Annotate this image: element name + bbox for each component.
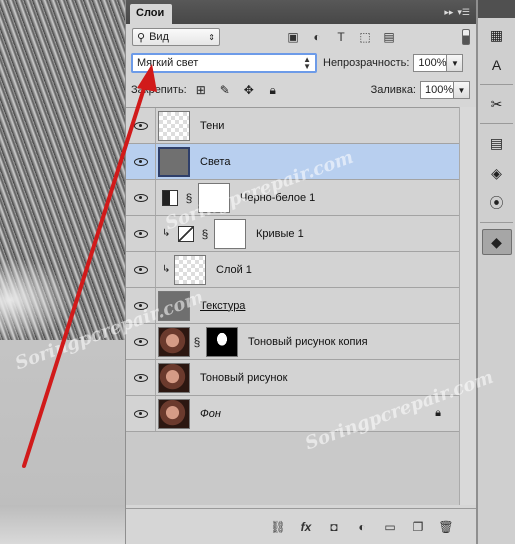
add-mask-icon[interactable]: ◘ (326, 520, 342, 534)
black-white-adjustment-icon (162, 189, 178, 206)
lock-row: Закрепить: ⊞ ✎ ✥ 🔒︎ Заливка: 100% ▼ (131, 80, 470, 100)
layers-dock-icon[interactable]: ◆ (481, 229, 512, 255)
3d-icon[interactable]: ◈ (482, 160, 512, 186)
lock-all-icon[interactable]: 🔒︎ (267, 83, 279, 98)
visibility-toggle[interactable] (126, 252, 156, 287)
filter-kind-label: Вид (149, 31, 169, 43)
fill-input[interactable]: 100% (420, 81, 454, 99)
eye-icon (133, 265, 148, 274)
visibility-toggle[interactable] (126, 396, 156, 431)
layer-thumbnail (158, 326, 190, 357)
search-icon: ⚲ (137, 31, 146, 44)
layer-name: Кривые 1 (256, 227, 304, 240)
filter-kind-select[interactable]: ⚲ Вид ⇕ (132, 28, 220, 46)
layers-bottom-bar: ⛓ fx ◘ ◐ ▭ ❐ 🗑︎ (126, 508, 476, 544)
eye-icon (133, 373, 148, 382)
layer-thumbnail (158, 362, 190, 393)
layer-name: Света (200, 155, 231, 168)
layer-row[interactable]: Тоновый рисунок (126, 360, 461, 396)
filter-row: ⚲ Вид ⇕ ▣ ◐ T ⬚ ▤ (132, 26, 470, 48)
layer-name: Фон (200, 407, 221, 420)
visibility-toggle[interactable] (126, 108, 156, 143)
type-filter-icon[interactable]: T (334, 30, 348, 44)
visibility-toggle[interactable] (126, 360, 156, 395)
pixel-filter-icon[interactable]: ▣ (286, 30, 300, 44)
opacity-dropdown-button[interactable]: ▼ (447, 54, 464, 72)
lock-brush-icon[interactable]: ✎ (219, 83, 231, 98)
tab-layers[interactable]: Слои (130, 4, 173, 24)
layer-mask-thumbnail (206, 326, 238, 357)
layers-scrollbar[interactable] (459, 107, 476, 505)
link-icon[interactable]: § (192, 335, 202, 349)
opacity-label: Непрозрачность: (323, 57, 410, 69)
layer-row[interactable]: § Тоновый рисунок копия (126, 324, 461, 360)
new-layer-icon[interactable]: ❐ (410, 520, 426, 534)
filter-toggle[interactable] (462, 29, 470, 45)
shape-filter-icon[interactable]: ⬚ (358, 30, 372, 44)
fill-dropdown-button[interactable]: ▼ (454, 81, 470, 99)
panel-title-bar: Слои ▸▸ ▾☰ (126, 0, 476, 24)
lock-icons: ⊞ ✎ ✥ 🔒︎ (195, 83, 279, 98)
layer-thumbnail (174, 254, 206, 285)
dock-header (478, 0, 515, 18)
visibility-toggle[interactable] (126, 180, 156, 215)
visibility-toggle[interactable] (126, 144, 156, 179)
history-icon[interactable]: ▦ (482, 22, 512, 48)
layer-name: Слой 1 (216, 263, 252, 276)
new-adjustment-icon[interactable]: ◐ (354, 520, 370, 534)
lock-move-icon[interactable]: ✥ (243, 83, 255, 98)
clipping-icon: ↳ (162, 264, 171, 275)
trash-icon[interactable]: 🗑︎ (438, 520, 454, 534)
panel-menu-icon[interactable]: ▾☰ (457, 7, 470, 18)
layer-row[interactable]: ↳ Слой 1 (126, 252, 461, 288)
filter-icons: ▣ ◐ T ⬚ ▤ (286, 30, 396, 44)
lock-transparent-icon[interactable]: ⊞ (195, 83, 207, 98)
blend-mode-value: Мягкий свет (137, 57, 199, 69)
eye-icon (133, 337, 148, 346)
smartobject-filter-icon[interactable]: ▤ (382, 30, 396, 44)
layer-name: Текстура (200, 299, 246, 312)
tool-presets-icon[interactable]: ✂ (482, 91, 512, 117)
character-icon[interactable]: A (482, 52, 512, 78)
eye-icon (133, 409, 148, 418)
eye-icon (133, 121, 148, 130)
properties-icon[interactable]: ▤ (482, 130, 512, 156)
layer-thumbnail (158, 110, 190, 141)
layer-row[interactable]: Тени (126, 108, 461, 144)
channels-icon[interactable]: ⦿ (482, 190, 512, 216)
dock-separator (480, 123, 513, 124)
collapse-icon[interactable]: ▸▸ (444, 7, 453, 18)
lock-label: Закрепить: (131, 84, 187, 96)
layer-mask-thumbnail (214, 218, 246, 249)
right-dock: ▦ A ✂ ▤ ◈ ⦿ ◆ (477, 0, 515, 544)
select-arrows-icon: ▲ ▼ (303, 55, 311, 71)
select-arrows-icon: ⇕ (208, 32, 215, 42)
layer-thumbnail (158, 146, 190, 177)
eye-icon (133, 193, 148, 202)
new-group-icon[interactable]: ▭ (382, 520, 398, 534)
visibility-toggle[interactable] (126, 216, 156, 251)
layer-thumbnail (158, 398, 190, 429)
opacity-input[interactable]: 100% (413, 54, 448, 72)
panel-controls: ▸▸ ▾☰ (444, 7, 476, 18)
layer-name: Тоновый рисунок (200, 371, 288, 384)
fill-label: Заливка: (370, 84, 416, 96)
blend-row: Мягкий свет ▲ ▼ Непрозрачность: 100% ▼ (131, 52, 470, 74)
fx-icon[interactable]: fx (298, 520, 314, 534)
eye-icon (133, 229, 148, 238)
blend-mode-select[interactable]: Мягкий свет ▲ ▼ (131, 53, 317, 73)
eye-icon (133, 157, 148, 166)
link-layers-icon[interactable]: ⛓ (270, 520, 286, 534)
adjustment-filter-icon[interactable]: ◐ (310, 30, 324, 44)
layer-name: Тени (200, 119, 225, 132)
dock-separator (480, 222, 513, 223)
layer-name: Тоновый рисунок копия (248, 335, 368, 348)
link-icon[interactable]: § (200, 227, 210, 241)
lock-icon: 🔒︎ (435, 407, 441, 419)
dock-separator (480, 84, 513, 85)
layers-panel: Слои ▸▸ ▾☰ ⚲ Вид ⇕ ▣ ◐ T ⬚ ▤ Мягкий свет… (125, 0, 477, 544)
